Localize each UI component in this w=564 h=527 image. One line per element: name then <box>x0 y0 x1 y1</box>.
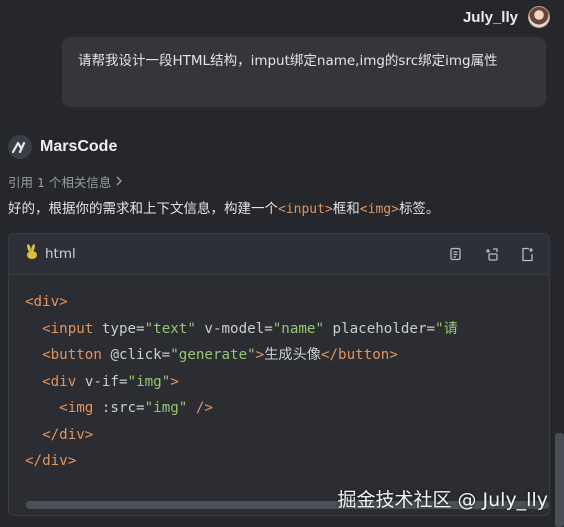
code-line: <div v-if="img"> <box>42 373 179 390</box>
code-block-header: html <box>9 234 549 275</box>
code-line: <input type="text" v-model="name" placeh… <box>42 320 458 337</box>
code-token: <div> <box>25 294 68 310</box>
code-block: html <div> <input type="text" v-model="n… <box>8 233 550 516</box>
code-body[interactable]: <div> <input type="text" v-model="name" … <box>9 275 549 500</box>
user-name: July_lly <box>462 8 518 26</box>
user-avatar[interactable] <box>528 6 550 28</box>
code-line: <div> <box>25 289 549 316</box>
bot-header: MarsCode <box>8 134 117 160</box>
insert-icon[interactable] <box>483 246 499 262</box>
code-line: <img :src="img" /> <box>59 400 213 416</box>
intro-before: 好的，根据你的需求和上下文信息，构建一个 <box>8 201 278 217</box>
intro-tag-input: <input> <box>278 202 333 217</box>
html-bunny-icon <box>23 244 39 264</box>
code-toolbar <box>447 246 535 262</box>
copy-icon[interactable] <box>447 246 463 262</box>
code-line: </div> <box>25 453 77 469</box>
vertical-scrollbar[interactable] <box>555 433 564 527</box>
reference-text: 引用 1 个相关信息 <box>8 174 112 190</box>
bot-intro-text: 好的，根据你的需求和上下文信息，构建一个<input>框和<img>标签。 <box>8 197 439 217</box>
marscode-logo-icon <box>8 135 32 159</box>
intro-mid: 框和 <box>332 201 360 217</box>
code-language-label: html <box>45 246 76 262</box>
chevron-right-icon <box>114 174 124 189</box>
new-file-icon[interactable] <box>519 246 535 262</box>
code-language: html <box>23 244 76 264</box>
watermark: 掘金技术社区 @ July_lly <box>337 489 548 511</box>
code-line: <button @click="generate">生成头像</button> <box>42 347 398 363</box>
bot-name: MarsCode <box>40 138 118 155</box>
intro-tag-img: <img> <box>359 202 399 217</box>
reference-link[interactable]: 引用 1 个相关信息 <box>8 172 124 190</box>
user-message-bubble: 请帮我设计一段HTML结构，imput绑定name,img的src绑定img属性 <box>62 37 546 107</box>
intro-after: 标签。 <box>398 201 440 217</box>
code-line: </div> <box>42 426 94 443</box>
user-header: July_lly <box>463 5 550 29</box>
